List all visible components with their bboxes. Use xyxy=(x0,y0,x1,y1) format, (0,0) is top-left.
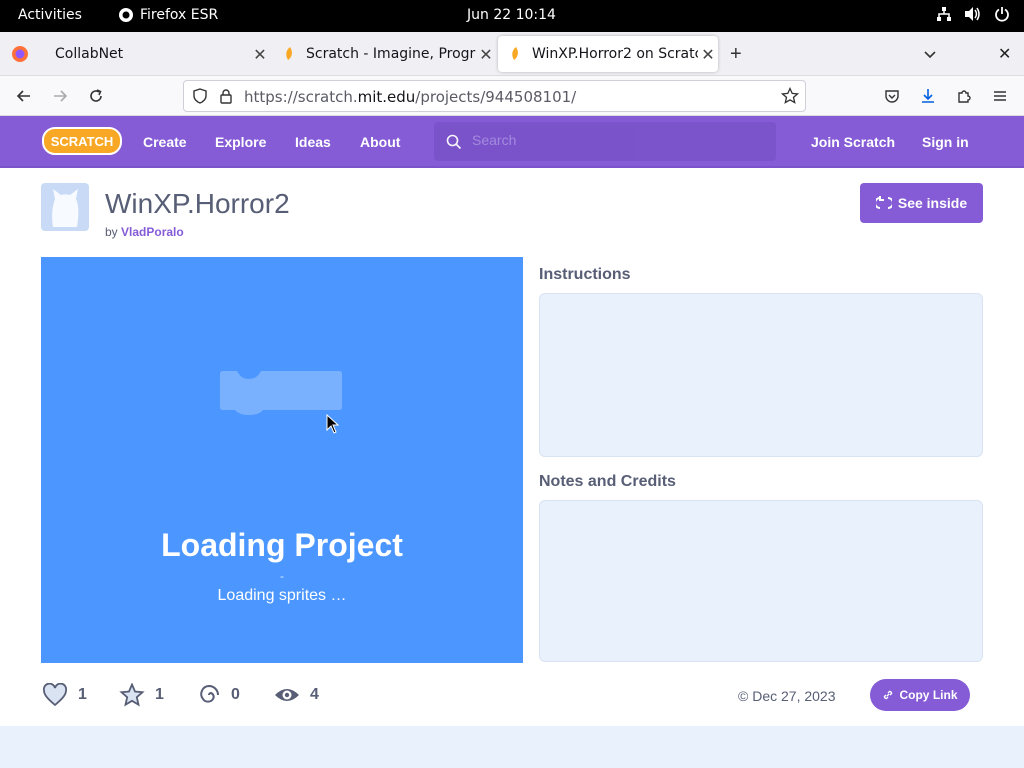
back-button[interactable] xyxy=(12,84,36,108)
downloads-button[interactable] xyxy=(916,84,940,108)
tab-scratch-home[interactable]: Scratch - Imagine, Program ✕ xyxy=(272,36,496,72)
network-icon xyxy=(937,7,951,21)
arrow-left-icon xyxy=(16,90,30,102)
join-scratch-link[interactable]: Join Scratch xyxy=(811,134,895,150)
loading-title: Loading Project xyxy=(161,527,403,563)
nav-explore[interactable]: Explore xyxy=(215,134,266,150)
scratch-logo[interactable]: SCRATCH xyxy=(42,126,122,161)
svg-text:SCRATCH: SCRATCH xyxy=(51,134,114,149)
firefox-view-button[interactable] xyxy=(10,44,30,64)
project-page: WinXP.Horror2 by VladPoralo See inside L… xyxy=(0,168,1024,726)
system-tray[interactable] xyxy=(936,6,1010,22)
navigation-bar: https://scratch.mit.edu/projects/9445081… xyxy=(0,76,1024,116)
url-text: https://scratch.mit.edu/projects/9445081… xyxy=(244,88,577,106)
reload-button[interactable] xyxy=(84,84,108,108)
loading-separator: - xyxy=(280,569,284,583)
loading-block-icon xyxy=(220,371,342,415)
activities-button[interactable]: Activities xyxy=(18,7,82,23)
tab-strip: CollabNet ✕ Scratch - Imagine, Program ✕… xyxy=(0,32,1024,76)
project-title: WinXP.Horror2 xyxy=(105,188,290,219)
bookmark-star-icon[interactable] xyxy=(781,87,799,105)
tab-collabnet[interactable]: CollabNet ✕ xyxy=(44,36,270,72)
author-link[interactable]: VladPoralo xyxy=(121,225,184,239)
project-stage[interactable]: Loading Project - Loading sprites … xyxy=(41,257,523,663)
nav-ideas[interactable]: Ideas xyxy=(295,134,331,150)
firefox-icon xyxy=(119,8,133,22)
copy-link-button[interactable]: Copy Link xyxy=(870,679,970,711)
copyright-icon: © xyxy=(738,688,749,704)
pocket-button[interactable] xyxy=(880,84,904,108)
loading-status: Loading sprites … xyxy=(217,587,347,604)
power-icon xyxy=(995,7,1009,22)
tab-title: CollabNet xyxy=(55,46,124,62)
nav-create[interactable]: Create xyxy=(143,134,187,150)
remix-spiral-icon xyxy=(200,684,219,703)
app-menu[interactable]: Firefox ESR xyxy=(118,7,218,23)
favorite-stat[interactable]: 1 xyxy=(119,683,164,707)
lock-icon[interactable] xyxy=(218,88,234,104)
remix-stat: 0 xyxy=(197,683,240,707)
instructions-box xyxy=(539,293,983,457)
arrow-right-icon xyxy=(54,90,68,102)
search-icon xyxy=(446,134,462,150)
download-icon xyxy=(922,89,934,103)
pocket-icon xyxy=(885,90,899,103)
share-date: © Dec 27, 2023 xyxy=(738,688,836,704)
instructions-label: Instructions xyxy=(539,266,631,283)
notes-label: Notes and Credits xyxy=(539,473,676,490)
firefox-logo-icon xyxy=(12,46,28,62)
tab-title: Scratch - Imagine, Program xyxy=(306,46,476,62)
menu-button[interactable] xyxy=(988,84,1012,108)
clock[interactable]: Jun 22 10:14 xyxy=(467,7,556,23)
list-all-tabs-button[interactable] xyxy=(922,46,938,67)
extensions-button[interactable] xyxy=(952,84,976,108)
mouse-cursor-icon xyxy=(326,414,340,434)
scratch-favicon-icon xyxy=(282,46,298,62)
scratch-header: SCRATCH Create Explore Ideas About Join … xyxy=(0,116,1024,168)
eye-icon xyxy=(275,689,299,701)
love-stat[interactable]: 1 xyxy=(42,683,87,707)
views-stat: 4 xyxy=(274,683,319,707)
scratch-favicon-icon xyxy=(508,46,524,62)
close-window-button[interactable]: ✕ xyxy=(998,44,1011,64)
nav-about[interactable]: About xyxy=(360,134,400,150)
sign-in-link[interactable]: Sign in xyxy=(922,134,969,150)
forward-button[interactable] xyxy=(48,84,72,108)
search-input[interactable] xyxy=(472,132,762,148)
link-icon xyxy=(884,690,893,700)
cat-avatar-icon xyxy=(52,189,79,227)
url-bar[interactable]: https://scratch.mit.edu/projects/9445081… xyxy=(183,80,806,112)
volume-icon xyxy=(965,7,980,21)
app-name: Firefox ESR xyxy=(140,7,219,23)
notes-box xyxy=(539,500,983,662)
chevron-down-icon xyxy=(924,51,936,59)
tab-close-icon[interactable]: ✕ xyxy=(698,45,718,64)
author-byline: by VladPoralo xyxy=(105,225,184,239)
author-avatar[interactable] xyxy=(41,183,89,231)
remix-arrows-icon xyxy=(875,196,892,209)
search-box[interactable] xyxy=(434,122,776,161)
see-inside-button[interactable]: See inside xyxy=(860,183,983,223)
system-top-bar: Activities Firefox ESR Jun 22 10:14 xyxy=(0,0,1024,32)
puzzle-piece-icon xyxy=(958,90,971,103)
hamburger-menu-icon xyxy=(994,91,1006,101)
new-tab-button[interactable]: + xyxy=(730,44,742,64)
tab-project-active[interactable]: WinXP.Horror2 on Scratch ✕ xyxy=(498,36,718,72)
shield-icon[interactable] xyxy=(192,88,208,104)
heart-icon xyxy=(43,683,67,707)
tab-title: WinXP.Horror2 on Scratch xyxy=(532,46,698,62)
star-icon xyxy=(119,683,145,707)
tab-close-icon[interactable]: ✕ xyxy=(250,45,270,64)
reload-icon xyxy=(90,89,102,102)
tab-close-icon[interactable]: ✕ xyxy=(476,45,496,64)
